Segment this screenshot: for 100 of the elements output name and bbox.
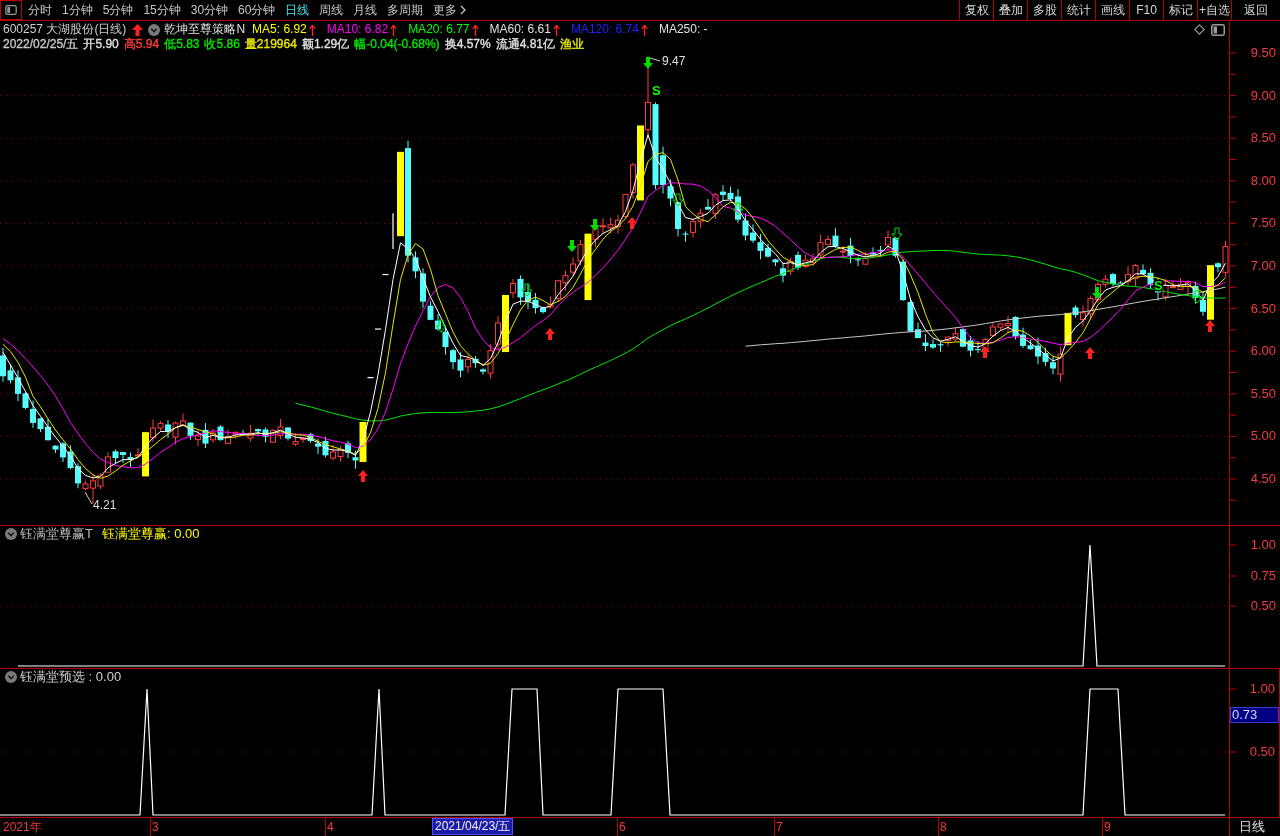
chevron-down-icon[interactable] <box>5 671 17 683</box>
moving-average-label: MA250: - <box>658 22 708 37</box>
period-tab[interactable]: 日线 <box>280 0 315 20</box>
panel-icon[interactable] <box>5 5 17 15</box>
toolbar-button[interactable]: 统计 <box>1061 0 1095 20</box>
period-tab[interactable]: 月线 <box>348 0 383 20</box>
quote-field: 幅-0.04(-0.68%) <box>354 37 440 52</box>
date-label: 9 <box>1104 819 1111 835</box>
hollow-down-arrow-icon <box>672 193 684 207</box>
signal-bar <box>1207 265 1214 320</box>
signal-bar <box>359 421 367 462</box>
axis-label: 1.00 <box>1250 538 1276 552</box>
up-arrow-icon <box>627 217 637 229</box>
toolbar-button[interactable]: 叠加 <box>993 0 1027 20</box>
date-label: 4 <box>327 819 334 835</box>
date-label: 7 <box>776 819 783 835</box>
axis-label: 9.00 <box>1250 88 1276 103</box>
more-button[interactable]: 更多 <box>428 0 472 20</box>
up-arrow-icon <box>980 346 990 358</box>
price-annotation: 9.47 <box>662 54 686 68</box>
moving-average-label: MA60: 6.61 <box>489 22 551 37</box>
quote-field: 量219964 <box>244 37 297 52</box>
axis-label: 5.00 <box>1250 429 1276 444</box>
axis-label: 6.00 <box>1250 344 1276 359</box>
price-annotation: 4.21 <box>93 498 117 512</box>
quote-field: 额1.29亿 <box>301 37 350 52</box>
period-tab[interactable]: 多周期 <box>382 0 429 20</box>
period-tab[interactable]: 分时 <box>23 0 57 20</box>
diamond-icon[interactable] <box>1194 24 1205 35</box>
moving-average-label: MA10: 6.82 <box>326 22 389 37</box>
axis-label: 0.75 <box>1250 569 1276 583</box>
axis-label: 5.50 <box>1250 386 1276 401</box>
toolbar-button[interactable]: 多股 <box>1027 0 1061 20</box>
moving-average-label: MA5: 6.92 <box>252 22 307 37</box>
axis-label: 9.50 <box>1250 46 1276 60</box>
moving-average-label: MA120: 6.74 <box>570 22 639 37</box>
signal-bar <box>502 294 509 353</box>
quote-field: 2022/02/25/五 <box>3 37 79 52</box>
down-arrow-icon <box>643 57 653 69</box>
quote-field: 换4.57% <box>444 37 491 52</box>
toolbar-button[interactable]: F10 <box>1129 0 1163 20</box>
date-label: 2021年 <box>3 819 42 835</box>
chevron-down-icon[interactable] <box>5 528 17 540</box>
chevron-down-icon[interactable] <box>148 23 161 36</box>
indicator-reading: 钰满堂尊赢: 0.00 <box>101 525 200 544</box>
hollow-down-arrow-icon <box>891 227 903 241</box>
cursor-value-label: 0.73 <box>1230 707 1279 723</box>
axis-label: 8.50 <box>1250 131 1276 146</box>
signal-letter: S <box>652 83 661 98</box>
stock-title: 600257 大湖股份(日线) <box>3 22 127 37</box>
axis-scale-drawing <box>1230 544 1236 607</box>
axis-label: 1.00 <box>1249 682 1275 696</box>
signal-bar <box>142 432 149 477</box>
leader-line <box>84 491 93 505</box>
chevron-right-icon <box>460 5 467 15</box>
quote-field: 收5.86 <box>204 37 240 52</box>
period-tab[interactable]: 15分钟 <box>138 0 186 20</box>
toolbar-button[interactable]: 返回 <box>1231 0 1280 20</box>
period-tab[interactable]: 60分钟 <box>233 0 281 20</box>
up-arrow-icon <box>1205 320 1215 332</box>
toolbar-button[interactable]: 画线 <box>1095 0 1129 20</box>
hollow-down-arrow-icon <box>521 283 533 297</box>
period-tab[interactable]: 30分钟 <box>185 0 234 20</box>
toolbar-button[interactable]: 标记 <box>1163 0 1197 20</box>
toolbar-button[interactable]: +自选 <box>1197 0 1231 20</box>
axis-label: 7.50 <box>1250 216 1276 231</box>
period-label: 日线 <box>1239 818 1265 836</box>
flat-candle <box>381 273 390 276</box>
down-arrow-icon <box>1092 287 1102 299</box>
moving-average-label: MA20: 6.77 <box>408 22 470 37</box>
quote-field: 流通4.81亿 <box>495 37 555 52</box>
axis-label: 0.50 <box>1250 599 1276 613</box>
quote-field: 开5.90 <box>83 37 119 52</box>
toolbar-button[interactable]: 复权 <box>959 0 993 20</box>
hollow-down-arrow-icon <box>1191 290 1203 304</box>
panel-toggle-button[interactable] <box>0 0 22 20</box>
period-tab[interactable]: 周线 <box>314 0 349 20</box>
period-tab[interactable]: 1分钟 <box>57 0 98 20</box>
hollow-down-arrow-icon <box>732 202 744 216</box>
axis-label: 7.00 <box>1250 259 1276 273</box>
leader-line <box>649 57 661 62</box>
down-arrow-icon <box>590 219 600 231</box>
indicator-name: 钰满堂尊赢T <box>20 525 93 544</box>
date-label: 3 <box>152 819 159 835</box>
axis-label: 8.00 <box>1250 173 1276 188</box>
panel-icon[interactable] <box>1211 23 1225 36</box>
quote-field: 高5.94 <box>123 37 160 52</box>
up-arrow-icon <box>1085 347 1095 359</box>
period-tab[interactable]: 5分钟 <box>97 0 139 20</box>
hollow-down-arrow-icon <box>435 319 447 333</box>
axis-label: 6.50 <box>1250 301 1276 316</box>
strategy-name: 乾坤至尊策略N <box>164 22 246 37</box>
axis-label: 4.50 <box>1250 472 1276 486</box>
date-label: 6 <box>619 819 626 835</box>
signal-bar <box>1064 312 1072 346</box>
date-label: 8 <box>940 819 947 835</box>
axis-label: 0.50 <box>1249 745 1275 759</box>
quote-field: 渔业 <box>560 37 584 52</box>
signal-bar <box>584 233 592 301</box>
up-arrow-icon <box>358 470 368 482</box>
